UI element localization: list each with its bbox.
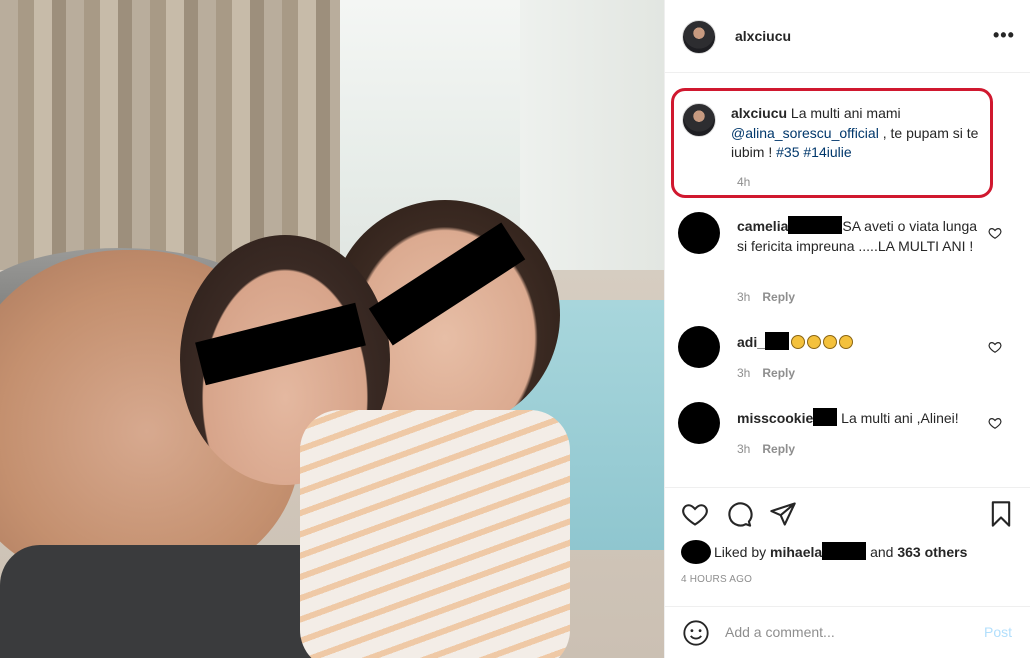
comment-username[interactable]: camelia bbox=[737, 218, 788, 234]
photo-curtain-right bbox=[520, 0, 664, 290]
likes-prefix: Liked by bbox=[714, 544, 771, 560]
caption-text: alxciucu La multi ani mami @alina_soresc… bbox=[731, 104, 986, 163]
censor-bar bbox=[788, 216, 843, 234]
comment-avatar[interactable] bbox=[678, 212, 720, 254]
caption-time[interactable]: 4h bbox=[737, 175, 750, 189]
comment-time[interactable]: 3h bbox=[737, 442, 750, 456]
bookmark-icon[interactable] bbox=[987, 500, 1015, 528]
clap-emoji-icon bbox=[839, 335, 854, 349]
caption-mention[interactable]: @alina_sorescu_official bbox=[731, 125, 879, 141]
comment-time[interactable]: 3h bbox=[737, 366, 750, 380]
post-timestamp[interactable]: 4 HOURS AGO bbox=[681, 574, 752, 585]
clap-emoji-icon bbox=[823, 335, 838, 349]
add-comment-input[interactable] bbox=[725, 617, 965, 647]
likes-others-link[interactable]: 363 others bbox=[897, 544, 967, 560]
comment-body: La multi ani ,Alinei! bbox=[837, 410, 959, 426]
censor-bar bbox=[822, 542, 867, 560]
comment-meta: 3h Reply bbox=[737, 366, 795, 380]
like-heart-icon[interactable] bbox=[681, 500, 709, 528]
censor-bar bbox=[813, 408, 838, 426]
censor-bar bbox=[765, 332, 790, 350]
comment-avatar[interactable] bbox=[678, 402, 720, 444]
add-comment-bar: Post bbox=[665, 606, 1030, 658]
clap-emoji-icon bbox=[791, 335, 806, 349]
reply-button[interactable]: Reply bbox=[762, 366, 795, 380]
clap-emoji-icon bbox=[807, 335, 822, 349]
caption-username[interactable]: alxciucu bbox=[731, 105, 787, 121]
caption-body: La multi ani mami bbox=[790, 105, 901, 121]
likes-summary: Liked by mihaela and 363 others bbox=[681, 540, 967, 564]
photo-girl-striped-top bbox=[300, 410, 570, 658]
comment-avatar[interactable] bbox=[678, 326, 720, 368]
post-comment-button[interactable]: Post bbox=[984, 624, 1012, 640]
hashtag[interactable]: #35 bbox=[776, 144, 799, 160]
reply-button[interactable]: Reply bbox=[762, 442, 795, 456]
comment-username[interactable]: misscookie bbox=[737, 410, 813, 426]
hashtag[interactable]: #14iulie bbox=[803, 144, 851, 160]
comment-text: camelia SA aveti o viata lunga si fericit… bbox=[737, 216, 987, 256]
avatar[interactable] bbox=[682, 20, 716, 54]
post-side-panel: alxciucu ••• alxciucu La multi ani mami … bbox=[664, 0, 1030, 658]
comment-text: misscookie La multi ani ,Alinei! bbox=[737, 408, 987, 429]
like-comment-heart-icon[interactable] bbox=[988, 340, 1002, 354]
liker-avatar[interactable] bbox=[681, 540, 711, 564]
post-photo[interactable] bbox=[0, 0, 664, 658]
like-comment-heart-icon[interactable] bbox=[988, 226, 1002, 240]
comment-bubble-icon[interactable] bbox=[725, 500, 753, 528]
emoji-smile-icon[interactable] bbox=[682, 619, 710, 647]
post-header: alxciucu ••• bbox=[665, 0, 1030, 73]
avatar[interactable] bbox=[682, 103, 716, 137]
comment-meta: 3h Reply bbox=[737, 442, 795, 456]
comment-username[interactable]: adi_ bbox=[737, 334, 765, 350]
likes-and: and bbox=[866, 544, 898, 560]
more-horizontal-icon[interactable]: ••• bbox=[993, 26, 1015, 44]
liker-username[interactable]: mihaela bbox=[770, 544, 822, 560]
reply-button[interactable]: Reply bbox=[762, 290, 795, 304]
comment-meta: 3h Reply bbox=[737, 290, 795, 304]
share-paper-plane-icon[interactable] bbox=[769, 500, 797, 528]
post-actions: Liked by mihaela and 363 others 4 HOURS … bbox=[665, 487, 1030, 657]
header-username[interactable]: alxciucu bbox=[735, 28, 791, 44]
like-comment-heart-icon[interactable] bbox=[988, 416, 1002, 430]
comment-text: adi_ bbox=[737, 332, 987, 353]
comment-time[interactable]: 3h bbox=[737, 290, 750, 304]
